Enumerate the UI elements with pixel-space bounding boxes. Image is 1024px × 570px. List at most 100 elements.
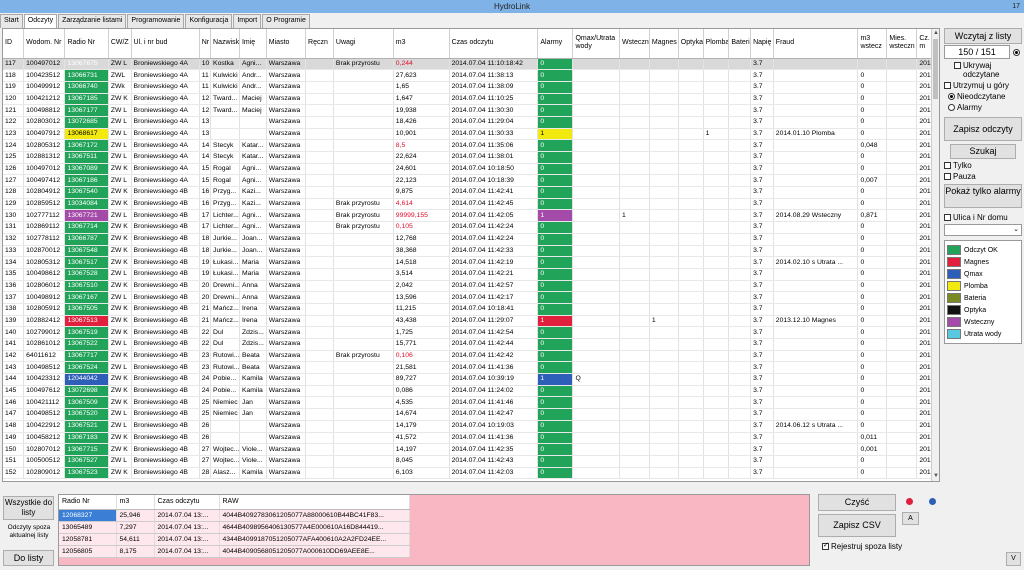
table-row[interactable]: 128 102804912 13067540 ZW K Broniewskiego 4B… (3, 186, 934, 199)
column-header[interactable]: RAW (219, 495, 410, 510)
table-row[interactable]: 12068327 25,946 2014.07.04 13:... 4044B4092… (59, 509, 410, 522)
column-header[interactable]: Wodom. Nr (23, 29, 66, 59)
clear-button[interactable]: Czyść (818, 494, 896, 511)
tab-konfiguracja[interactable]: Konfiguracja (185, 14, 233, 28)
column-header[interactable]: Wsteczny (619, 29, 650, 59)
column-header[interactable]: Radio Nr (64, 29, 109, 59)
table-cell (210, 432, 240, 445)
table-row[interactable]: 144 100423312 12044042 ZW K Broniewskiego 4B… (3, 373, 934, 386)
table-row[interactable]: 137 100498912 13067167 ZW L Broniewskiego 4B… (3, 291, 934, 304)
tab-o-programie[interactable]: O Programie (262, 14, 310, 28)
show-alarms-button[interactable]: Pokaż tylko alarmy (944, 184, 1022, 208)
tab-import[interactable]: Import (233, 14, 262, 28)
table-row[interactable]: 136 102806012 13067510 ZW K Broniewskiego 4B… (3, 280, 934, 293)
table-row[interactable]: 131 102869112 13067714 ZW K Broniewskiego 4B… (3, 221, 934, 234)
column-header[interactable]: Ul. i nr bud (131, 29, 200, 59)
column-header[interactable]: ID (3, 29, 25, 59)
column-header[interactable]: Magnes (649, 29, 679, 59)
table-row[interactable]: 130 102777112 13067721 ZW L Broniewskiego 4B… (3, 209, 934, 223)
column-header[interactable]: Miasto (266, 29, 307, 59)
save-csv-button[interactable]: Zapisz CSV (818, 514, 896, 537)
table-row[interactable]: 150 102807012 13067715 ZW K Broniewskiego 4B… (3, 443, 934, 456)
table-row[interactable]: 140 102799012 13067519 ZW K Broniewskiego 4B… (3, 326, 934, 339)
table-row[interactable]: 135 100498612 13067528 ZW L Broniewskiego 4B… (3, 268, 934, 281)
column-header[interactable]: Fraud (773, 29, 859, 59)
tab-start[interactable]: Start (0, 14, 23, 28)
table-row[interactable]: 143 100498512 13067524 ZW L Broniewskiego 4B… (3, 361, 934, 375)
table-row[interactable]: 125 102881312 13067511 ZW L Broniewskiego 4A… (3, 151, 934, 164)
table-row[interactable]: 139 102882412 13067513 ZW K Broniewskiego 4B… (3, 315, 934, 328)
table-row[interactable]: 146 100421112 13067509 ZW K Broniewskiego 4B… (3, 396, 934, 410)
alarms-radio[interactable]: Alarmy (948, 103, 1022, 112)
table-row[interactable]: 120 100421212 13067185 ZW K Broniewskiego 4A… (3, 93, 934, 106)
table-row[interactable]: 129 102859512 13034084 ZW K Broniewskiego 4B… (3, 198, 934, 211)
table-row[interactable]: 126 100497012 13067089 ZW K Broniewskiego 4A… (3, 163, 934, 176)
scroll-thumb[interactable] (933, 39, 938, 99)
column-header[interactable]: Ręczn (305, 29, 334, 59)
scroll-up-icon[interactable]: ▲ (932, 29, 939, 38)
table-row[interactable]: 132 102778112 13066787 ZW K Broniewskiego 4B… (3, 233, 934, 246)
column-header[interactable]: Nazwisko (210, 29, 240, 59)
table-row[interactable]: 123 100497912 13068617 ZW L Broniewskiego 4A… (3, 128, 934, 141)
table-row[interactable]: 119 100499912 13066740 ZWk Broniewskiego 4A 1… (3, 81, 934, 94)
column-header[interactable]: m3 (393, 29, 450, 59)
table-row[interactable]: 147 100498512 13067520 ZW L Broniewskiego 4B… (3, 408, 934, 421)
column-header[interactable]: Optyka (678, 29, 704, 59)
column-header[interactable]: m3 (116, 495, 155, 510)
table-row[interactable]: 149 100458212 13067183 ZW K Broniewskiego 4B… (3, 432, 934, 445)
pause-checkbox[interactable]: Pauza (944, 172, 1022, 181)
table-row[interactable]: 134 102805312 13067517 ZW K Broniewskiego 4B… (3, 256, 934, 269)
counter-radio[interactable] (1013, 49, 1020, 56)
table-row[interactable]: 151 100500512 13067527 ZW L Broniewskiego 4B… (3, 455, 934, 468)
save-readings-button[interactable]: Zapisz odczyty (944, 117, 1022, 141)
scroll-down-icon[interactable]: ▼ (932, 472, 939, 481)
column-header[interactable]: Czas odczytu (449, 29, 539, 59)
table-row[interactable]: 138 102805912 13067505 ZW K Broniewskiego 4B… (3, 303, 934, 316)
table-row[interactable]: 13065489 7,297 2014.07.04 13:... 4644B40989… (59, 521, 410, 534)
column-header[interactable]: Qmax/Utrata wody (572, 29, 620, 59)
a-button[interactable]: A (902, 512, 919, 525)
table-row[interactable]: 117 100497012 13067675 ZW L Broniewskiego 4A… (3, 58, 934, 71)
column-header[interactable]: m3 wstecz (857, 29, 888, 59)
tab-odczyty[interactable]: Odczyty (23, 14, 58, 29)
column-header[interactable]: Czas odczytu (154, 495, 220, 510)
to-list-button[interactable]: Do listy (3, 550, 54, 566)
hide-read-checkbox[interactable]: Ukrywaj odczytane (954, 61, 1022, 79)
read-from-list-button[interactable]: Wczytaj z listy (944, 28, 1022, 44)
column-header[interactable]: Nr (199, 29, 212, 59)
table-row[interactable]: 12058781 54,611 2014.07.04 13:... 4344B4099… (59, 533, 410, 546)
column-header[interactable]: Napię (750, 29, 774, 59)
street-select[interactable]: ⌄ (944, 224, 1022, 236)
table-row[interactable]: 148 100422912 13067521 ZW L Broniewskiego 4B… (3, 420, 934, 433)
table-row[interactable]: 145 100497612 13072698 ZW K Broniewskiego 4B… (3, 385, 934, 398)
column-header[interactable]: Imię (239, 29, 267, 59)
table-row[interactable]: 141 102861012 13067522 ZW L Broniewskiego 4B… (3, 338, 934, 351)
v-button[interactable]: V (1006, 552, 1021, 566)
all-to-list-button[interactable]: Wszystkie do listy (3, 496, 54, 520)
table-row[interactable]: 127 100497412 13067186 ZW L Broniewskiego 4A… (3, 174, 934, 188)
column-header[interactable]: Mies. wsteczn (886, 29, 918, 59)
register-outside-checkbox[interactable]: ✓ Rejestruj spoza listy (822, 542, 902, 551)
keep-top-checkbox[interactable]: Utrzymuj u góry (944, 81, 1022, 90)
only-checkbox[interactable]: Tylko (944, 161, 1022, 170)
column-header[interactable]: Alarmy (537, 29, 574, 59)
tab-zarzadzanie-listami[interactable]: Zarządzanie listami (58, 14, 127, 28)
column-header[interactable]: Bateria (728, 29, 752, 59)
tab-programowanie[interactable]: Programowanie (127, 14, 185, 28)
search-button[interactable]: Szukaj (950, 144, 1016, 159)
table-row[interactable]: 122 102803012 13072685 ZW L Broniewskiego 4A… (3, 116, 934, 129)
grid-scrollbar[interactable]: ▲ ▼ (931, 29, 939, 481)
street-nr-checkbox[interactable]: Ulica i Nr domu (944, 213, 1022, 222)
table-row[interactable]: 152 102809012 13067523 ZW K Broniewskiego 4B… (3, 467, 934, 480)
table-row[interactable]: 118 100423512 13066731 ZWL Broniewskiego 4A 1… (3, 69, 934, 82)
table-row[interactable]: 12056805 8,175 2014.07.04 13:... 4044B40905… (59, 545, 410, 558)
column-header[interactable]: Uwagi (333, 29, 394, 59)
table-row[interactable]: 142 64011612 13067717 ZW K Broniewskiego 4B 2… (3, 350, 934, 363)
table-row[interactable]: 124 102805312 13067172 ZW L Broniewskiego 4A… (3, 139, 934, 152)
table-row[interactable]: 121 100498812 13067177 ZW L Broniewskiego 4A… (3, 104, 934, 117)
column-header[interactable]: Radio Nr (59, 495, 117, 510)
column-header[interactable]: CW/Z (108, 29, 132, 59)
column-header[interactable]: Plomba (703, 29, 730, 59)
table-row[interactable]: 133 102870012 13067548 ZW K Broniewskiego 4B… (3, 245, 934, 258)
not-read-radio[interactable]: Nieodczytane (948, 92, 1022, 101)
